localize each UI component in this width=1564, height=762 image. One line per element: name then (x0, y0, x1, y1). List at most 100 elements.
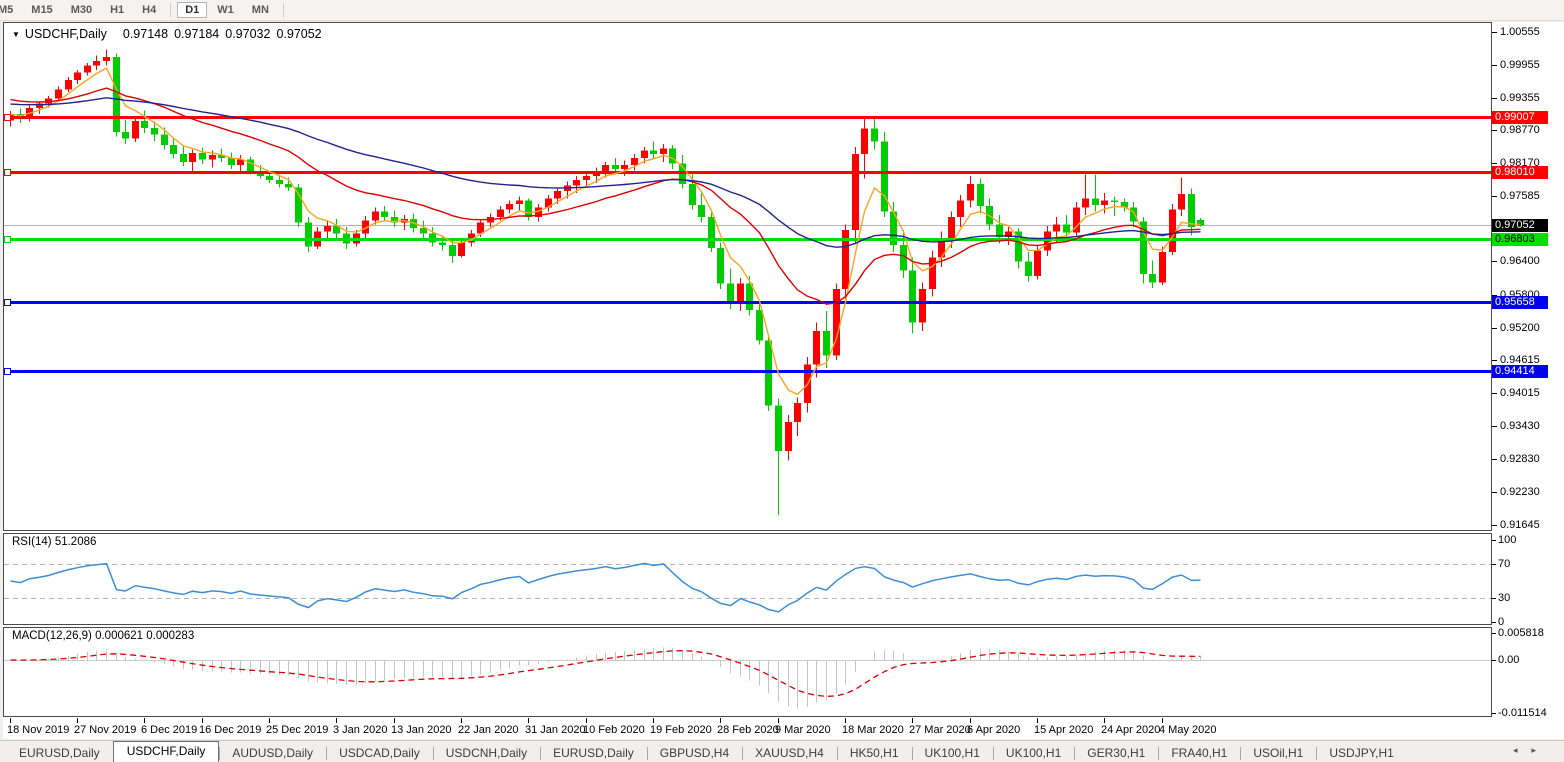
candle (909, 270, 916, 322)
candle (977, 184, 984, 206)
price-axis-tick-label: 0.95200 (1500, 322, 1540, 335)
tab-separator (540, 747, 541, 760)
candle (785, 422, 792, 451)
date-axis-label: 18 Mar 2020 (842, 724, 904, 737)
macd-indicator-label: MACD(12,26,9) 0.000621 0.000283 (12, 630, 194, 642)
chart-tab-bar: EURUSD,DailyUSDCHF,DailyAUDUSD,DailyUSDC… (0, 740, 1564, 762)
candle (813, 331, 820, 364)
timeframe-button-m15[interactable]: M15 (23, 2, 60, 18)
candle (161, 135, 168, 146)
tab-separator (1074, 747, 1075, 760)
trading-terminal-window: M5M15M30H1H4D1W1MN ▼USDCHF,Daily0.971480… (0, 0, 1564, 762)
tab-scroll-right-icon[interactable]: ▸ (1531, 745, 1550, 755)
symbol-dropdown-icon[interactable]: ▼ (12, 30, 20, 39)
chart-tab-gbpusd-h4[interactable]: GBPUSD,H4 (647, 744, 742, 762)
candle (948, 217, 955, 238)
candle (65, 80, 72, 89)
timeframe-button-m30[interactable]: M30 (63, 2, 100, 18)
candle (1053, 224, 1060, 231)
candle (660, 149, 667, 155)
chart-tab-hk50-h1[interactable]: HK50,H1 (837, 744, 912, 762)
toolbar-separator (283, 3, 284, 17)
line-anchor-marker[interactable] (5, 115, 11, 121)
chart-tab-usdjpy-h1[interactable]: USDJPY,H1 (1316, 744, 1406, 762)
chart-tab-uk100-h1[interactable]: UK100,H1 (993, 744, 1074, 762)
date-axis-label: 9 Mar 2020 (775, 724, 831, 737)
tab-separator (647, 747, 648, 760)
candle (583, 176, 590, 180)
tab-separator (219, 747, 220, 760)
date-axis-label: 15 Apr 2020 (1034, 724, 1093, 737)
candle (381, 212, 388, 218)
price-level-tag: 0.98010 (1492, 166, 1548, 179)
timeframe-button-m5[interactable]: M5 (0, 2, 21, 18)
candle (285, 184, 292, 187)
candle (1092, 198, 1099, 205)
macd-axis-tick-label: -0.011514 (1498, 707, 1547, 720)
chart-tab-usdcnh-daily[interactable]: USDCNH,Daily (433, 744, 540, 762)
candle (996, 224, 1003, 237)
chart-tab-fra40-h1[interactable]: FRA40,H1 (1158, 744, 1240, 762)
timeframe-button-d1[interactable]: D1 (177, 2, 207, 18)
price-axis-tick-label: 0.91645 (1500, 519, 1540, 532)
candle (1178, 194, 1185, 209)
price-axis-tick-label: 0.92230 (1500, 486, 1540, 499)
timeframe-button-w1[interactable]: W1 (209, 2, 242, 18)
candle (295, 187, 302, 222)
line-anchor-marker[interactable] (5, 369, 11, 375)
chart-tab-usdchf-daily[interactable]: USDCHF,Daily (113, 741, 220, 762)
tab-separator (433, 747, 434, 760)
candle (641, 151, 648, 158)
candle (631, 158, 638, 165)
candle (525, 201, 532, 218)
candle (74, 73, 81, 80)
candle (132, 121, 139, 139)
price-level-tag: 0.95658 (1492, 296, 1548, 309)
date-axis-label: 25 Dec 2019 (266, 724, 328, 737)
candle (737, 284, 744, 304)
line-anchor-marker[interactable] (5, 170, 11, 176)
price-axis-tick-label: 0.94015 (1500, 387, 1540, 400)
line-anchor-marker[interactable] (5, 237, 11, 243)
candle (1188, 194, 1195, 227)
timeframe-button-mn[interactable]: MN (244, 2, 277, 18)
candle (852, 154, 859, 230)
chart-tab-uk100-h1[interactable]: UK100,H1 (912, 744, 993, 762)
line-anchor-marker[interactable] (5, 300, 11, 306)
chart-tab-eurusd-daily[interactable]: EURUSD,Daily (540, 744, 647, 762)
date-axis-label: 31 Jan 2020 (525, 724, 586, 737)
candle (122, 132, 129, 139)
candle (439, 243, 446, 245)
chart-tab-ger30-h1[interactable]: GER30,H1 (1074, 744, 1158, 762)
chart-tab-usdcad-daily[interactable]: USDCAD,Daily (326, 744, 433, 762)
candle (209, 155, 216, 159)
price-axis-tick-label: 0.92830 (1500, 453, 1540, 466)
price-chart[interactable] (0, 0, 1564, 762)
chart-tab-xauusd-h4[interactable]: XAUUSD,H4 (742, 744, 837, 762)
timeframe-button-h1[interactable]: H1 (102, 2, 132, 18)
date-axis-label: 16 Dec 2019 (199, 724, 261, 737)
candle (794, 403, 801, 422)
date-axis-label: 3 Jan 2020 (333, 724, 387, 737)
price-axis-tick-label: 0.96400 (1500, 255, 1540, 268)
date-axis-label: 18 Nov 2019 (7, 724, 69, 737)
candle (669, 149, 676, 164)
chart-tab-usoil-h1[interactable]: USOil,H1 (1240, 744, 1316, 762)
chart-tab-eurusd-daily[interactable]: EURUSD,Daily (6, 744, 113, 762)
candle (1101, 201, 1108, 205)
candle (266, 176, 273, 180)
tab-separator (1316, 747, 1317, 760)
candle (871, 129, 878, 142)
tab-separator (742, 747, 743, 760)
date-axis-label: 19 Feb 2020 (650, 724, 712, 737)
rsi-pane-frame (4, 534, 1492, 625)
date-axis-label: 27 Mar 2020 (909, 724, 971, 737)
timeframe-button-h4[interactable]: H4 (134, 2, 164, 18)
chart-tab-audusd-daily[interactable]: AUDUSD,Daily (219, 744, 326, 762)
macd-pane-frame (4, 628, 1492, 717)
candle (1025, 261, 1032, 275)
tab-scroll-left-icon[interactable]: ◂ (1513, 745, 1532, 755)
current-price-tag: 0.97052 (1492, 219, 1548, 232)
date-axis-label: 4 May 2020 (1159, 724, 1216, 737)
candle (775, 405, 782, 451)
